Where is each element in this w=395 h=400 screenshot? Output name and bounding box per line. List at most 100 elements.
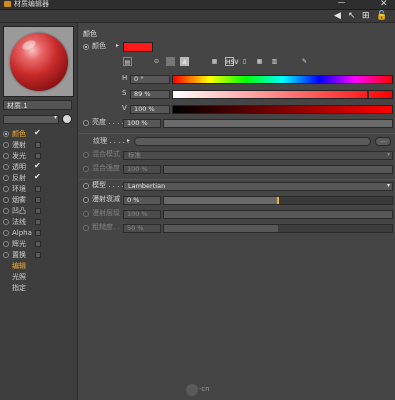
channel-item-normal[interactable]: 法线	[2, 217, 76, 228]
diffuse-level-slider[interactable]	[163, 210, 393, 219]
material-preview[interactable]	[3, 26, 74, 97]
radio-icon[interactable]	[3, 241, 9, 247]
channel-label: 法线	[12, 218, 26, 226]
model-select[interactable]: Lambertian ▾	[123, 182, 393, 191]
watermark-text: ·cn	[199, 385, 210, 393]
channel-checkbox[interactable]	[35, 230, 41, 236]
channel-checkbox[interactable]	[35, 186, 41, 192]
hue-slider[interactable]	[172, 75, 393, 84]
expand-triangle-icon[interactable]: ▸	[116, 41, 119, 50]
model-animate-radio[interactable]	[83, 183, 89, 189]
radio-icon[interactable]	[3, 142, 9, 148]
diffuse-falloff-field[interactable]: 0 %	[123, 196, 161, 205]
color-wheel-mode-icon[interactable]: ▤	[123, 57, 132, 66]
swatches-mode-icon[interactable]: ▥	[270, 57, 279, 66]
channel-item-alpha[interactable]: Alpha	[2, 228, 76, 239]
hsv-mode-icon[interactable]: HSV	[225, 57, 238, 66]
chevron-down-icon: ▾	[386, 151, 390, 158]
value-slider[interactable]	[172, 105, 393, 114]
picture-mode-icon[interactable]	[166, 57, 175, 66]
brightness-slider[interactable]	[163, 119, 393, 128]
preview-options-dropdown[interactable]: ▾	[3, 114, 59, 124]
channel-checkbox[interactable]	[35, 153, 41, 159]
radio-icon[interactable]	[3, 197, 9, 203]
channel-checkbox[interactable]	[35, 208, 41, 214]
roughness-slider[interactable]	[163, 224, 393, 233]
saturation-slider[interactable]	[172, 90, 393, 99]
blend-strength-radio[interactable]	[83, 166, 89, 172]
radio-icon[interactable]	[3, 164, 9, 170]
s-field[interactable]: 89 %	[130, 90, 170, 99]
radio-icon[interactable]	[3, 131, 9, 137]
material-name-field[interactable]: 材质.1	[3, 100, 72, 110]
channel-item-glow[interactable]: 辉光	[2, 239, 76, 250]
texture-browse-button[interactable]: ...	[375, 137, 391, 146]
h-field[interactable]: 0 °	[130, 75, 170, 84]
lock-icon[interactable]: 🔓	[376, 10, 387, 22]
channel-checkbox[interactable]	[34, 127, 41, 138]
v-field[interactable]: 100 %	[130, 105, 170, 114]
saturation-handle[interactable]	[366, 91, 369, 98]
channel-label: 辉光	[12, 240, 26, 248]
section-title-color: 颜色	[83, 30, 97, 38]
channel-checkbox[interactable]	[35, 241, 41, 247]
channel-item-displacement[interactable]: 置换	[2, 250, 76, 261]
preview-render-button[interactable]	[62, 114, 72, 124]
back-arrow-icon[interactable]: ◀	[334, 10, 341, 22]
sub-item-editor[interactable]: 编辑	[2, 261, 76, 272]
sub-item-assignment[interactable]: 指定	[2, 283, 76, 294]
diffuse-level-field[interactable]: 100 %	[123, 210, 161, 219]
channel-item-bump[interactable]: 凹凸	[2, 206, 76, 217]
diffuse-level-radio[interactable]	[83, 211, 89, 217]
channel-checkbox[interactable]	[35, 197, 41, 203]
brightness-field[interactable]: 100 %	[123, 119, 161, 128]
blend-mode-select[interactable]: 标准 ▾	[123, 151, 393, 160]
diffuse-falloff-slider[interactable]	[163, 196, 393, 205]
channel-checkbox[interactable]	[34, 171, 41, 182]
image-mode-icon[interactable]: ▲	[180, 57, 189, 66]
radio-icon[interactable]	[3, 186, 9, 192]
channel-item-reflectance[interactable]: 反射	[2, 171, 76, 184]
radio-icon[interactable]	[3, 219, 9, 225]
sub-item-illumination[interactable]: 光照	[2, 272, 76, 283]
kelvin-mode-icon[interactable]: ▯	[240, 57, 249, 66]
radio-icon[interactable]	[3, 153, 9, 159]
channel-checkbox[interactable]	[35, 252, 41, 258]
channel-checkbox[interactable]	[35, 142, 41, 148]
color-swatch[interactable]	[123, 42, 153, 52]
pin-icon[interactable]: ⊞	[362, 10, 370, 22]
pointer-arrow-icon[interactable]: ↖	[348, 10, 356, 22]
attributes-panel: 颜色 颜色 ▸ ▤ ⊙ ▲ ▦ HSV ▯ ▦ ▥ ✎ H 0 ° S 89 %…	[79, 23, 395, 400]
blend-strength-slider[interactable]	[163, 165, 393, 174]
channel-item-fog[interactable]: 烟雾	[2, 195, 76, 206]
divider	[79, 133, 395, 134]
window-titlebar: 材质编辑器 － ✕	[0, 0, 395, 10]
eyedropper-icon[interactable]: ✎	[300, 57, 309, 66]
texture-slot[interactable]	[134, 137, 371, 146]
roughness-field[interactable]: 50 %	[123, 224, 161, 233]
radio-icon[interactable]	[3, 208, 9, 214]
mixer-mode-icon[interactable]: ▦	[255, 57, 264, 66]
diffuse-falloff-label: 漫射衰减	[92, 195, 120, 203]
brightness-animate-radio[interactable]	[83, 120, 89, 126]
roughness-radio[interactable]	[83, 225, 89, 231]
spectrum-mode-icon[interactable]: ⊙	[152, 57, 161, 66]
channel-checkbox[interactable]	[35, 219, 41, 225]
channel-checkbox[interactable]	[34, 160, 41, 171]
blend-strength-field[interactable]: 100 %	[123, 165, 161, 174]
channel-item-diffusion[interactable]: 漫射	[2, 140, 76, 151]
channel-item-color[interactable]: 颜色	[2, 127, 76, 140]
expand-triangle-icon[interactable]: ▸	[127, 136, 130, 145]
radio-icon[interactable]	[3, 230, 9, 236]
radio-icon[interactable]	[3, 252, 9, 258]
close-button[interactable]: ✕	[380, 0, 388, 9]
app-icon	[4, 1, 11, 7]
rgb-mode-icon[interactable]: ▦	[210, 57, 219, 66]
minimize-button[interactable]: －	[337, 0, 346, 9]
channel-item-environment[interactable]: 环境	[2, 184, 76, 195]
diffuse-falloff-handle[interactable]	[277, 197, 279, 204]
radio-icon[interactable]	[3, 175, 9, 181]
diffuse-falloff-radio[interactable]	[83, 197, 89, 203]
blend-mode-radio[interactable]	[83, 152, 89, 158]
color-animate-radio[interactable]	[83, 44, 89, 50]
